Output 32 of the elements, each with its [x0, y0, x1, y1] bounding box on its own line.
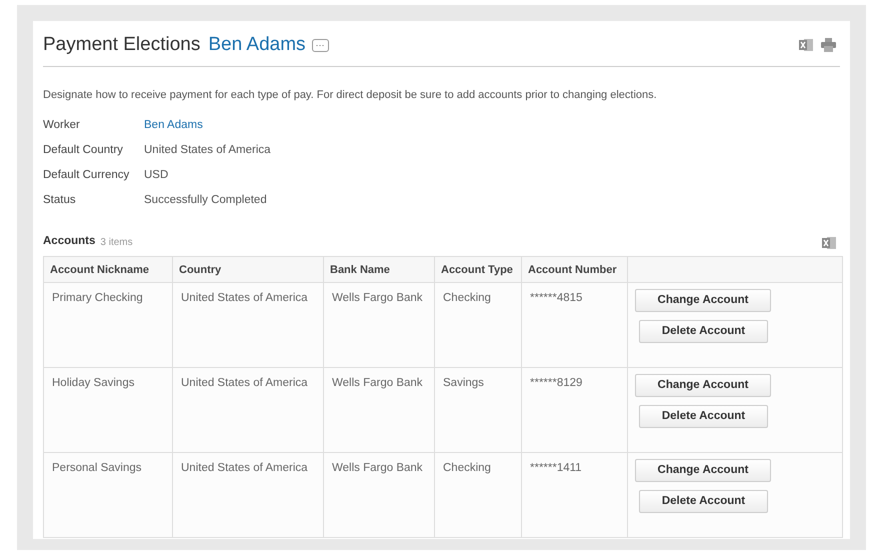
table-cell: Checking — [434, 452, 522, 538]
column-header: Account Nickname — [44, 256, 172, 283]
column-header: Account Number — [522, 256, 628, 283]
delete-account-button[interactable]: Delete Account — [639, 320, 768, 344]
field-label: Status — [43, 192, 77, 208]
change-account-button[interactable]: Change Account — [635, 459, 771, 482]
field-value: United States of America — [144, 142, 271, 158]
field-label: Default Currency — [43, 168, 130, 183]
field-label: Default Country — [43, 142, 124, 158]
table-cell: Personal Savings — [44, 452, 172, 538]
delete-account-button[interactable]: Delete Account — [639, 490, 768, 514]
section-title: Accounts — [43, 234, 96, 249]
table-cell: ******1411 — [522, 452, 628, 538]
spreadsheet-export-icon[interactable] — [822, 236, 836, 250]
table-cell: United States of America — [172, 452, 324, 538]
delete-account-button[interactable]: Delete Account — [639, 405, 768, 428]
column-header: Bank Name — [324, 256, 434, 283]
print-icon[interactable] — [821, 38, 836, 52]
field-link[interactable]: Ben Adams — [144, 116, 203, 134]
page-title: Payment Elections — [43, 33, 200, 57]
change-account-button[interactable]: Change Account — [635, 289, 771, 312]
change-account-button[interactable]: Change Account — [635, 374, 771, 398]
table-cell: Wells Fargo Bank — [324, 452, 434, 538]
field-value: USD — [144, 168, 168, 183]
description-text: Designate how to receive payment for each type of pay. For direct deposit be sure to add accounts prior to changing elections. — [43, 88, 658, 102]
column-header: Country — [172, 256, 324, 283]
field-value: Successfully Completed — [144, 192, 267, 208]
spreadsheet-export-icon[interactable] — [799, 38, 813, 52]
item-count: 3 items — [100, 236, 133, 250]
more-button[interactable]: ··· — [312, 38, 329, 52]
worker-link[interactable]: Ben Adams — [208, 31, 306, 60]
field-label: Worker — [43, 118, 81, 133]
